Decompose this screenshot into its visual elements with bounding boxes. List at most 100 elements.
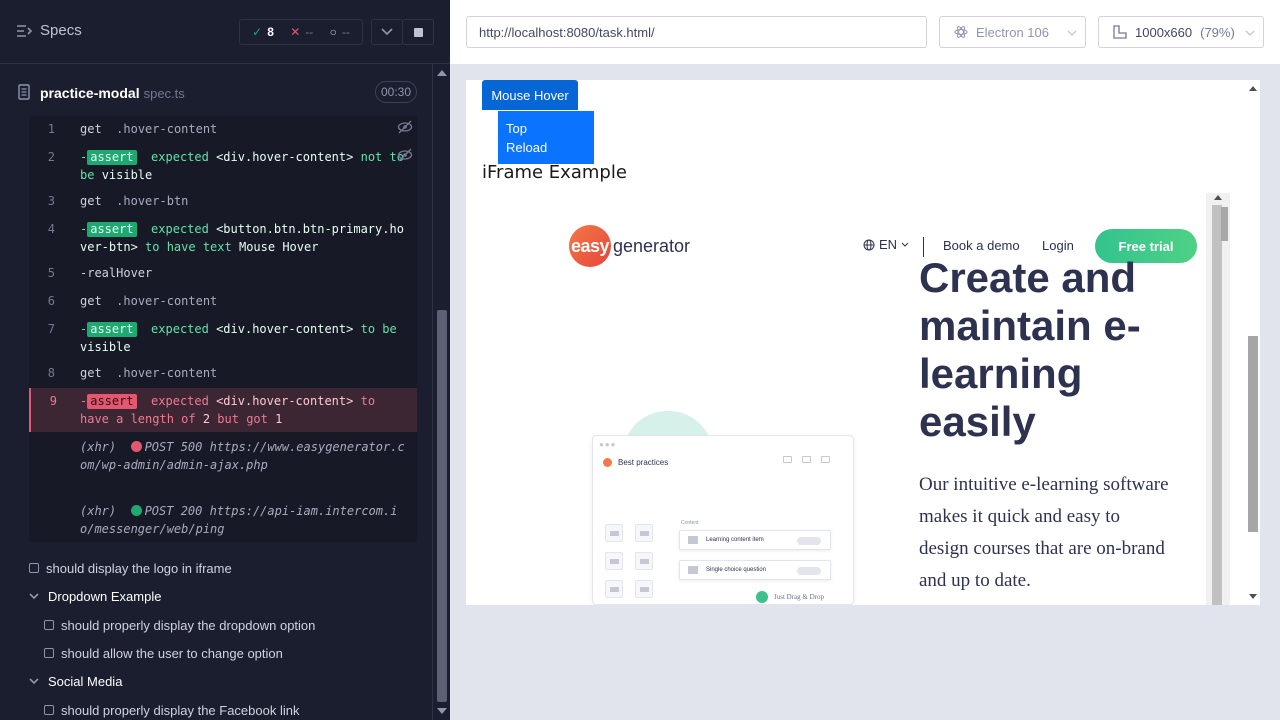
url-bar[interactable]: http://localhost:8080/task.html/ [466, 16, 927, 48]
command-arg: .hover-content [116, 122, 218, 136]
illustration-card-title: Learning content item [706, 537, 764, 543]
scrollbar-thumb[interactable] [1248, 336, 1258, 532]
drag-drop-note: Just Drag & Drop [756, 591, 824, 603]
chevron-down-icon [29, 592, 39, 599]
command-number: 8 [47, 366, 55, 380]
pending-count: -- [341, 25, 350, 39]
scrollbar-track-thumb[interactable] [1212, 205, 1222, 605]
runner-scrollbar[interactable] [432, 64, 450, 720]
assert-subject: <div.hover-content> [216, 150, 354, 164]
command-arg: .hover-content [116, 294, 218, 308]
specs-list-icon [17, 24, 32, 37]
assert-value: Mouse Hover [238, 240, 319, 254]
assert-prefix: expected [151, 150, 209, 164]
command-row[interactable]: 3 get .hover-btn [29, 192, 417, 210]
suite-item[interactable]: Social Media [29, 667, 450, 695]
command-number: 5 [47, 266, 55, 280]
xhr-label: (xhr) [80, 504, 117, 518]
command-number: 4 [47, 222, 55, 236]
book-demo-link[interactable]: Book a demo [943, 238, 1020, 253]
command-row[interactable]: 6 get .hover-content [29, 292, 417, 310]
scrollbar-thumb[interactable] [1221, 207, 1228, 241]
status-dot-icon [130, 505, 142, 516]
command-row[interactable]: 8 get .hover-content [29, 364, 417, 382]
easygenerator-logo[interactable]: easy generator [569, 225, 690, 267]
x-icon: ✕ [290, 25, 301, 39]
passed-count: 8 [267, 25, 274, 39]
viewport-selector[interactable]: 1000x660 (79%) [1098, 16, 1264, 48]
assert-prefix: expected [151, 394, 209, 408]
globe-icon [863, 239, 875, 250]
viewport-size: 1000x660 [1135, 24, 1193, 40]
test-item[interactable]: should display the logo in iframe [29, 554, 450, 582]
failed-count: -- [305, 25, 314, 39]
hero-title: Create and maintain e-learning easily [919, 254, 1141, 445]
document-icon [18, 84, 30, 100]
scroll-up-icon [437, 70, 447, 76]
spinner-icon: ○ [329, 25, 337, 39]
language-label: EN [879, 237, 898, 252]
test-item[interactable]: should properly display the dropdown opt… [44, 611, 450, 639]
aut-panel: http://localhost:8080/task.html/ Electro… [450, 0, 1280, 720]
xhr-label: (xhr) [80, 440, 117, 454]
assert-badge: assert [87, 150, 137, 165]
chevron-down-icon [29, 677, 39, 684]
scroll-up-icon [1214, 195, 1222, 200]
aut-scrollbar[interactable] [1246, 80, 1260, 605]
test-item[interactable]: should allow the user to change option [44, 639, 450, 667]
hover-item-top[interactable]: Top [506, 119, 586, 138]
specs-toggle[interactable]: Specs [16, 22, 82, 39]
stop-button[interactable] [402, 19, 434, 45]
xhr-row[interactable]: (xhr) POST 200 https://api-iam.intercom.… [29, 502, 417, 538]
assert-prefix: expected [151, 322, 209, 336]
logo-mark: easy [569, 225, 611, 267]
hover-content-menu: Top Reload [498, 111, 594, 164]
spec-name[interactable]: practice-modal spec.ts [40, 85, 185, 101]
illustration-card: Single choice question [679, 560, 831, 580]
test-status-icon [44, 648, 54, 658]
xhr-url: https://www.easygenerator.com/wp-admin/a… [80, 440, 405, 472]
ruler-icon [1113, 25, 1127, 39]
illustration-tile [605, 552, 623, 570]
aut-header: http://localhost:8080/task.html/ Electro… [450, 0, 1280, 64]
test-status-icon [44, 705, 54, 715]
collapse-button[interactable] [371, 19, 403, 45]
xhr-row[interactable]: (xhr) POST 500 https://www.easygenerator… [29, 438, 417, 492]
illustration-tile [635, 580, 653, 598]
electron-icon [954, 26, 968, 38]
scrollbar-thumb[interactable] [437, 310, 447, 702]
command-row[interactable]: 2 - assert expected <div.hover-content> n… [29, 148, 417, 184]
assert-value: visible [101, 168, 153, 182]
login-link[interactable]: Login [1042, 238, 1074, 253]
iframe-scrollbar[interactable] [1206, 193, 1230, 605]
embedded-iframe[interactable]: easy generator EN Book a demo Login Free… [518, 193, 1230, 605]
test-status-icon [29, 563, 39, 573]
pointer-hand-icon [756, 591, 768, 603]
command-row[interactable]: 7 - assert expected <div.hover-content> t… [29, 320, 417, 356]
assert-value: visible [80, 340, 131, 354]
mouse-hover-button[interactable]: Mouse Hover [482, 80, 578, 110]
test-status-icon [44, 620, 54, 630]
illustration-tile [635, 524, 653, 542]
browser-selector[interactable]: Electron 106 [939, 16, 1086, 48]
suite-item[interactable]: Dropdown Example [29, 582, 450, 610]
assert-verb: to be [360, 322, 397, 336]
command-name: get [80, 194, 102, 208]
test-title: should display the logo in iframe [46, 560, 232, 576]
illustration-toolbar [783, 456, 830, 463]
command-arg: .hover-btn [116, 194, 189, 208]
hover-item-reload[interactable]: Reload [506, 138, 586, 157]
command-arg: .hover-content [116, 366, 218, 380]
chevron-down-icon [1245, 30, 1255, 36]
command-name: get [80, 122, 102, 136]
illustration-tile [605, 524, 623, 542]
command-row[interactable]: 5 -realHover [29, 264, 417, 282]
test-item[interactable]: should properly display the Facebook lin… [44, 696, 450, 720]
assert-verb-2: but got [217, 412, 268, 426]
language-selector[interactable]: EN [863, 237, 909, 252]
command-row[interactable]: 1 get .hover-content [29, 120, 417, 138]
failed-command-row[interactable]: 9 - assert expected <div.hover-content> t… [29, 388, 417, 432]
chevron-down-icon [901, 242, 909, 247]
assert-value-2: 1 [275, 412, 283, 426]
command-row[interactable]: 4 - assert expected <button.btn.btn-prima… [29, 220, 417, 256]
